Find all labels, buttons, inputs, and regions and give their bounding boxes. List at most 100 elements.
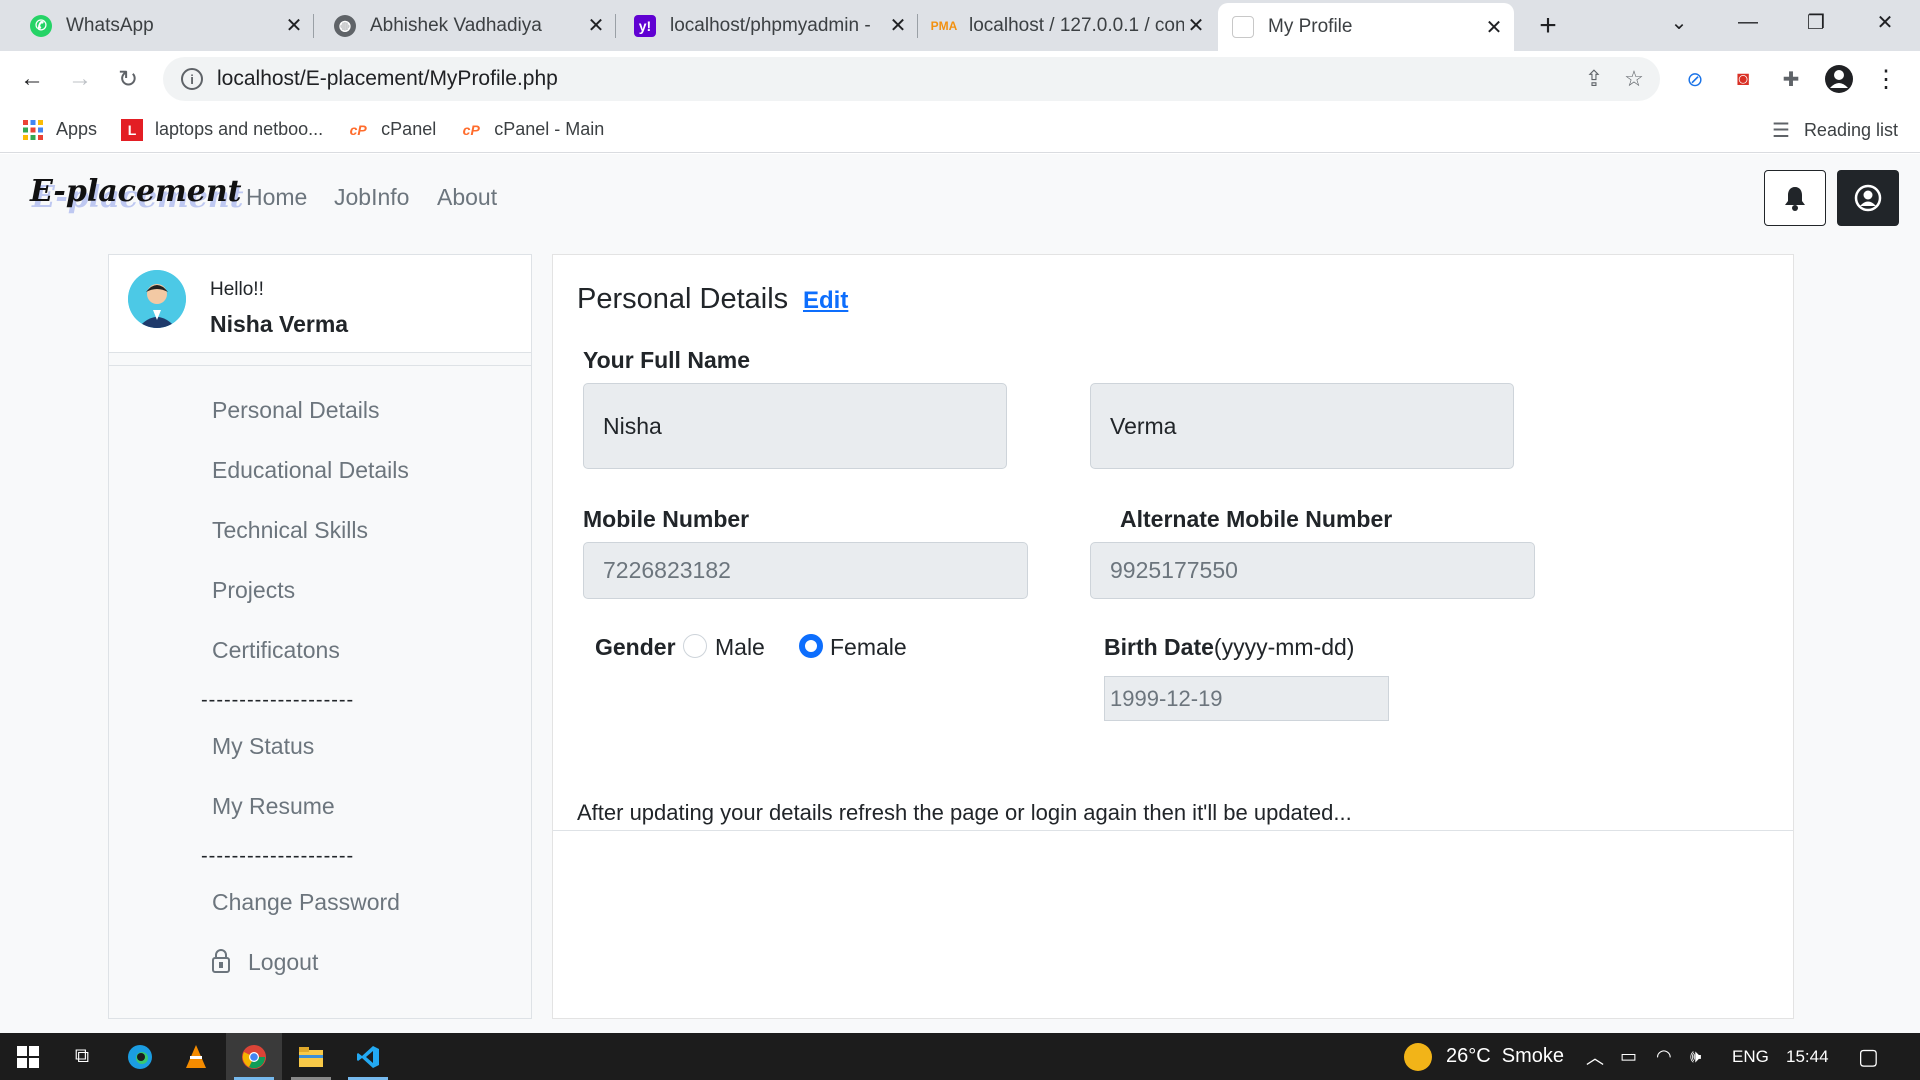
browser-menu-icon[interactable]: ⋮ [1870,63,1902,95]
chrome-icon[interactable] [226,1033,282,1080]
lock-icon [212,949,230,973]
sidebar-item-change-password[interactable]: Change Password [212,889,400,916]
user-card: Hello!! Nisha Verma [109,255,531,353]
start-button[interactable] [0,1033,56,1080]
browser-tab-my-profile[interactable]: My Profile ✕ [1218,3,1514,51]
close-tab-icon[interactable]: ✕ [584,14,608,38]
close-window-button[interactable]: ✕ [1857,0,1913,44]
alt-mobile-field[interactable]: 9925177550 [1090,542,1535,599]
tab-title: localhost/phpmyadmin - [670,14,871,36]
sidebar-item-educational-details[interactable]: Educational Details [212,457,409,484]
clock[interactable]: 15:44 [1786,1033,1829,1080]
blocker-extension-icon[interactable]: ⊘ [1679,63,1711,95]
user-name: Nisha Verma [210,311,349,337]
wifi-icon[interactable]: ◠ [1656,1033,1672,1080]
reload-button[interactable]: ↻ [110,61,146,97]
reading-list-icon: ☰ [1772,119,1790,142]
back-button[interactable]: ← [14,61,50,97]
bookmark-apps[interactable]: Apps [22,119,97,141]
sidebar-item-my-resume[interactable]: My Resume [212,793,335,820]
nav-jobinfo[interactable]: JobInfo [334,184,409,211]
notifications-button[interactable] [1764,170,1826,226]
full-name-label: Your Full Name [583,347,750,373]
logout-label: Logout [248,949,319,975]
profile-avatar-icon[interactable] [1823,63,1855,95]
browser-tab-phpmyadmin[interactable]: y! localhost/phpmyadmin - ✕ [616,0,918,51]
file-explorer-icon[interactable] [283,1033,339,1080]
first-name-field[interactable]: Nisha [583,383,1007,469]
volume-icon[interactable]: 🕪 [1690,1033,1701,1080]
browser-tab-whatsapp[interactable]: ✆ WhatsApp ✕ [0,0,314,51]
language-indicator[interactable]: ENG [1732,1033,1769,1080]
sidebar-item-certifications[interactable]: Certificatons [212,637,340,664]
bookmark-cpanel-main[interactable]: cP cPanel - Main [460,119,605,141]
restore-window-button[interactable]: ❐ [1788,0,1844,44]
reading-list-button[interactable]: ☰ Reading list [1772,107,1898,153]
last-name-field[interactable]: Verma [1090,383,1514,469]
globe-icon: ◍ [334,14,356,37]
vscode-icon[interactable] [340,1033,396,1080]
mobile-field[interactable]: 7226823182 [583,542,1028,599]
vlc-icon[interactable] [168,1033,224,1080]
tab-title: My Profile [1268,16,1353,37]
birth-date-field[interactable]: 1999-12-19 [1104,676,1389,721]
minimize-window-button[interactable]: — [1720,0,1776,44]
birth-date-format: (yyyy-mm-dd) [1213,634,1355,660]
cpanel-icon: cP [462,121,480,138]
show-hidden-icons-chevron[interactable]: ︿ [1586,1033,1604,1080]
bookmark-cpanel[interactable]: cP cPanel [347,119,437,141]
site-info-icon[interactable]: i [181,68,203,90]
gender-female-label[interactable]: Female [830,634,907,661]
user-circle-icon [1854,184,1882,212]
forward-button[interactable]: → [62,61,98,97]
reading-list-label: Reading list [1803,119,1898,140]
profile-sidebar: Hello!! Nisha Verma Personal Details Edu… [108,254,532,1019]
nav-about[interactable]: About [437,184,497,211]
bookmark-laptops[interactable]: L laptops and netboo... [121,118,324,141]
edge-icon[interactable] [112,1033,168,1080]
gender-female-radio[interactable] [799,634,823,658]
lenovo-l-icon: L [121,118,144,141]
nav-home[interactable]: Home [246,184,307,211]
bookmark-star-icon[interactable]: ☆ [1614,59,1654,99]
browser-tab-abhishek[interactable]: ◍ Abhishek Vadhadiya ✕ [314,0,616,51]
phpmyadmin-icon: PMA [930,18,958,33]
bell-icon [1785,187,1805,211]
close-tab-icon[interactable]: ✕ [1184,14,1208,38]
edit-link[interactable]: Edit [803,287,848,315]
share-icon[interactable]: ⇪ [1574,59,1614,99]
gender-male-label[interactable]: Male [715,634,765,661]
url-text[interactable]: localhost/E-placement/MyProfile.php [217,67,1574,91]
close-tab-icon[interactable]: ✕ [282,14,306,38]
sidebar-item-personal-details[interactable]: Personal Details [212,397,379,424]
close-tab-icon[interactable]: ✕ [1482,15,1506,39]
sidebar-separator: -------------------- [201,845,355,867]
bookmark-label: laptops and netboo... [155,119,324,139]
task-view-icon[interactable]: ⧉ [54,1033,110,1080]
windows-logo-icon [17,1045,39,1068]
gender-label: Gender [595,634,676,660]
sidebar-item-projects[interactable]: Projects [212,577,295,604]
close-tab-icon[interactable]: ✕ [886,14,910,38]
sidebar-item-logout[interactable]: Logout [212,949,318,976]
address-bar[interactable]: i localhost/E-placement/MyProfile.php ⇪ … [163,57,1660,101]
tab-title: localhost / 127.0.0.1 / con [969,14,1184,36]
browser-tab-localhost-db[interactable]: PMA localhost / 127.0.0.1 / con ✕ [918,0,1216,51]
bookmark-label: cPanel - Main [494,119,605,139]
gender-male-radio[interactable] [683,634,707,658]
alt-mobile-label: Alternate Mobile Number [1120,506,1393,532]
site-navbar: E-placement Home JobInfo About [0,154,1920,240]
sidebar-item-technical-skills[interactable]: Technical Skills [212,517,368,544]
tab-search-chevron-icon[interactable]: ⌄ [1651,0,1707,44]
new-tab-button[interactable]: + [1530,8,1566,44]
sidebar-item-my-status[interactable]: My Status [212,733,314,760]
account-button[interactable] [1837,170,1899,226]
pocket-extension-icon[interactable]: ◙ [1727,63,1759,95]
weather-widget[interactable]: 26°C Smoke [1404,1033,1564,1080]
yahoo-icon: y! [634,14,656,37]
sidebar-separator: -------------------- [201,689,355,711]
extensions-puzzle-icon[interactable]: ✚ [1775,63,1807,95]
battery-icon[interactable]: ▭ [1620,1033,1637,1080]
notification-center-icon[interactable]: ▢ [1858,1033,1879,1080]
site-brand[interactable]: E-placement [30,174,242,209]
